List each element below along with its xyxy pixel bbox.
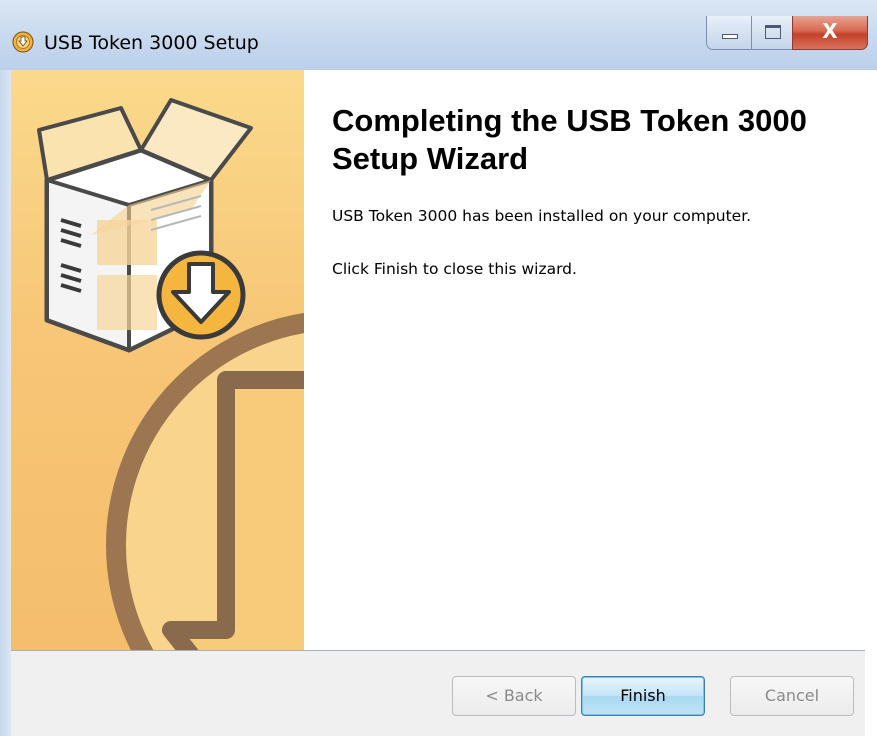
page-title: Completing the USB Token 3000 Setup Wiza… (332, 103, 807, 176)
install-complete-text: USB Token 3000 has been installed on you… (332, 207, 752, 225)
cancel-button[interactable]: Cancel (730, 676, 854, 716)
maximize-button[interactable] (751, 16, 793, 50)
close-button[interactable]: X (792, 16, 868, 50)
title-bar[interactable]: USB Token 3000 Setup X (0, 0, 877, 70)
setup-window: USB Token 3000 Setup X Completing the US… (0, 0, 877, 736)
window-left-border (0, 70, 11, 736)
minimize-icon (722, 34, 738, 39)
window-controls: X (706, 16, 872, 50)
back-button[interactable]: < Back (452, 676, 576, 716)
wizard-footer: < Back Finish Cancel (11, 651, 865, 736)
close-icon: X (822, 19, 838, 43)
installer-disc-icon (12, 31, 34, 53)
software-box-download-graphic (37, 98, 304, 650)
window-right-border (865, 70, 877, 736)
wizard-banner (11, 70, 304, 650)
finish-button[interactable]: Finish (581, 676, 705, 716)
maximize-icon (765, 25, 781, 39)
wizard-content: Completing the USB Token 3000 Setup Wiza… (304, 70, 865, 650)
minimize-button[interactable] (706, 16, 752, 50)
finish-instruction-text: Click Finish to close this wizard. (332, 260, 577, 278)
window-title: USB Token 3000 Setup (44, 32, 259, 54)
